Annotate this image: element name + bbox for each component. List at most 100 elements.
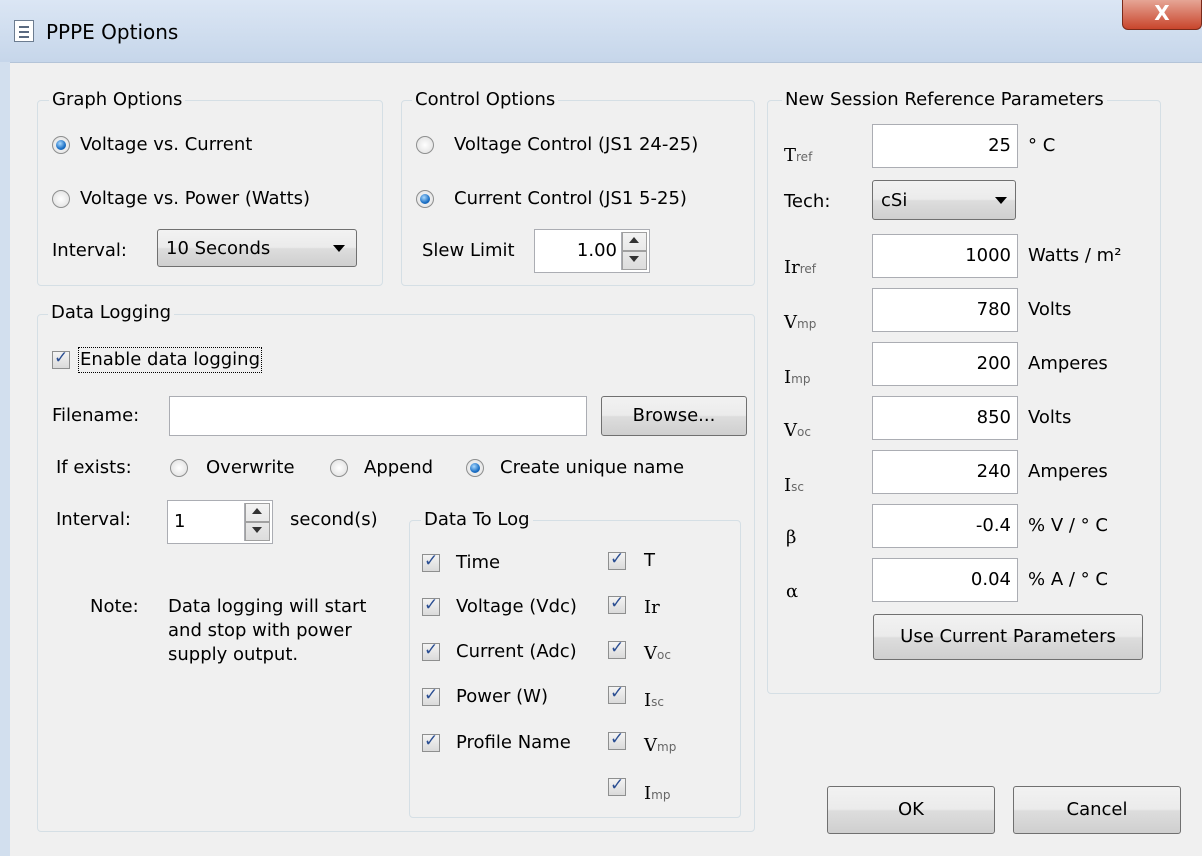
irref-label: Irref bbox=[784, 257, 816, 278]
note-line-2: and stop with power bbox=[168, 620, 352, 641]
tech-select[interactable]: cSi bbox=[872, 180, 1016, 220]
data-logging-title: Data Logging bbox=[48, 302, 175, 324]
filename-input[interactable] bbox=[169, 396, 587, 436]
spin-down-icon[interactable] bbox=[245, 522, 270, 541]
log-isc-checkbox[interactable] bbox=[608, 683, 626, 704]
ok-button[interactable]: OK bbox=[827, 786, 995, 834]
title-bar bbox=[0, 0, 1202, 62]
graph-interval-value: 10 Seconds bbox=[166, 238, 271, 259]
imp-unit: Amperes bbox=[1028, 353, 1108, 374]
slew-limit-spinner[interactable] bbox=[621, 232, 647, 270]
log-vmp-label[interactable]: Vmp bbox=[644, 735, 676, 758]
beta-unit: % V / ° C bbox=[1028, 515, 1108, 536]
imp-label: Imp bbox=[784, 367, 811, 388]
voc-label: Voc bbox=[784, 420, 811, 441]
append-radio[interactable] bbox=[330, 459, 348, 477]
log-interval-label: Interval: bbox=[56, 509, 131, 530]
tref-label: Tref bbox=[784, 145, 813, 166]
control-options-title: Control Options bbox=[412, 89, 559, 111]
log-interval-value: 1 bbox=[174, 511, 186, 532]
log-time-label[interactable]: Time bbox=[456, 552, 500, 574]
log-profile-checkbox[interactable] bbox=[422, 731, 440, 752]
create-unique-label[interactable]: Create unique name bbox=[500, 457, 684, 479]
enable-logging-checkbox[interactable] bbox=[52, 348, 70, 369]
note-line-1: Data logging will start bbox=[168, 596, 367, 617]
voltage-control-label[interactable]: Voltage Control (JS1 24-25) bbox=[454, 134, 698, 156]
graph-interval-select[interactable]: 10 Seconds bbox=[157, 229, 357, 267]
log-isc-label[interactable]: Isc bbox=[644, 690, 664, 713]
log-interval-field[interactable]: 1 bbox=[167, 500, 273, 544]
isc-label: Isc bbox=[784, 475, 804, 496]
if-exists-label: If exists: bbox=[56, 457, 132, 478]
log-voltage-label[interactable]: Voltage (Vdc) bbox=[456, 596, 577, 618]
graph-interval-label: Interval: bbox=[52, 240, 127, 261]
log-imp-label[interactable]: Imp bbox=[644, 783, 670, 806]
log-t-checkbox[interactable] bbox=[608, 549, 626, 570]
log-imp-checkbox[interactable] bbox=[608, 775, 626, 796]
log-current-label[interactable]: Current (Adc) bbox=[456, 641, 577, 663]
data-to-log-title: Data To Log bbox=[421, 509, 533, 531]
slew-limit-value: 1.00 bbox=[576, 240, 617, 261]
voltage-control-radio[interactable] bbox=[416, 136, 434, 154]
log-current-checkbox[interactable] bbox=[422, 640, 440, 661]
vmp-unit: Volts bbox=[1028, 299, 1072, 320]
isc-unit: Amperes bbox=[1028, 461, 1108, 482]
vmp-input[interactable]: 780 bbox=[872, 288, 1018, 332]
note-line-3: supply output. bbox=[168, 644, 299, 665]
log-interval-spinner[interactable] bbox=[244, 503, 270, 541]
voc-input[interactable]: 850 bbox=[872, 396, 1018, 440]
log-voltage-checkbox[interactable] bbox=[422, 595, 440, 616]
use-current-parameters-button[interactable]: Use Current Parameters bbox=[873, 614, 1143, 660]
log-power-checkbox[interactable] bbox=[422, 685, 440, 706]
spin-up-icon[interactable] bbox=[245, 503, 270, 522]
slew-limit-label: Slew Limit bbox=[422, 240, 515, 261]
cancel-button[interactable]: Cancel bbox=[1013, 786, 1181, 834]
slew-limit-field[interactable]: 1.00 bbox=[534, 229, 650, 273]
vmp-label: Vmp bbox=[784, 312, 817, 333]
spin-up-icon[interactable] bbox=[622, 232, 647, 251]
graph-options-title: Graph Options bbox=[49, 89, 186, 111]
beta-label: β bbox=[786, 527, 797, 548]
log-interval-unit: second(s) bbox=[290, 509, 378, 530]
log-time-checkbox[interactable] bbox=[422, 551, 440, 572]
chevron-down-icon bbox=[333, 245, 345, 252]
filename-label: Filename: bbox=[52, 405, 140, 426]
current-control-radio[interactable] bbox=[416, 190, 434, 208]
tech-value: cSi bbox=[881, 190, 908, 211]
append-label[interactable]: Append bbox=[364, 457, 433, 479]
log-voc-checkbox[interactable] bbox=[608, 638, 626, 659]
overwrite-label[interactable]: Overwrite bbox=[206, 457, 295, 479]
isc-input[interactable]: 240 bbox=[872, 450, 1018, 494]
voltage-power-radio[interactable] bbox=[52, 190, 70, 208]
voltage-power-label[interactable]: Voltage vs. Power (Watts) bbox=[80, 188, 310, 210]
window-icon bbox=[14, 20, 34, 42]
log-ir-checkbox[interactable] bbox=[608, 593, 626, 614]
tech-label: Tech: bbox=[784, 191, 831, 212]
alpha-input[interactable]: 0.04 bbox=[872, 558, 1018, 602]
voc-unit: Volts bbox=[1028, 407, 1072, 428]
log-vmp-checkbox[interactable] bbox=[608, 729, 626, 750]
log-power-label[interactable]: Power (W) bbox=[456, 686, 548, 708]
overwrite-radio[interactable] bbox=[170, 459, 188, 477]
create-unique-radio[interactable] bbox=[466, 459, 484, 477]
irref-input[interactable]: 1000 bbox=[872, 234, 1018, 278]
irref-unit: Watts / m² bbox=[1028, 245, 1122, 266]
log-t-label[interactable]: T bbox=[644, 550, 655, 572]
browse-button[interactable]: Browse... bbox=[601, 396, 747, 436]
enable-logging-label[interactable]: Enable data logging bbox=[78, 347, 262, 373]
voltage-current-label[interactable]: Voltage vs. Current bbox=[80, 134, 252, 156]
log-voc-label[interactable]: Voc bbox=[644, 643, 671, 666]
spin-down-icon[interactable] bbox=[622, 251, 647, 270]
close-button[interactable]: X bbox=[1122, 0, 1202, 30]
tref-unit: ° C bbox=[1028, 135, 1056, 156]
current-control-label[interactable]: Current Control (JS1 5-25) bbox=[454, 188, 687, 210]
chevron-down-icon bbox=[995, 197, 1007, 204]
imp-input[interactable]: 200 bbox=[872, 342, 1018, 386]
log-profile-label[interactable]: Profile Name bbox=[456, 732, 571, 754]
beta-input[interactable]: -0.4 bbox=[872, 504, 1018, 548]
log-ir-label[interactable]: Ir bbox=[644, 597, 660, 619]
voltage-current-radio[interactable] bbox=[52, 136, 70, 154]
window-frame bbox=[0, 62, 10, 856]
tref-input[interactable]: 25 bbox=[872, 124, 1018, 168]
alpha-unit: % A / ° C bbox=[1028, 569, 1108, 590]
